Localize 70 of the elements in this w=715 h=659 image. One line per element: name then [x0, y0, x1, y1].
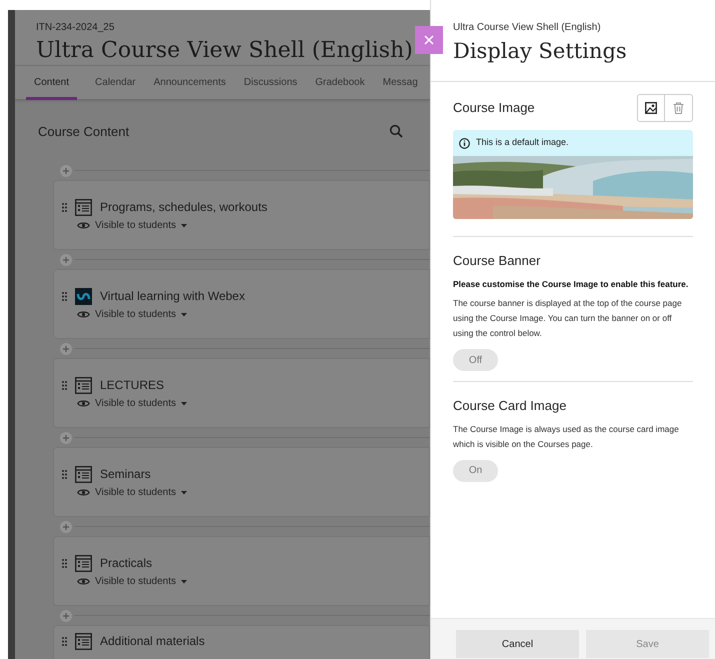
visibility-dropdown[interactable]: Visible to students: [77, 307, 187, 322]
plus-icon: [63, 346, 69, 352]
visibility-dropdown[interactable]: Visible to students: [77, 396, 187, 411]
folder-list-icon: [75, 632, 92, 650]
folder-list-icon: [75, 466, 92, 482]
add-content-button[interactable]: [60, 520, 72, 532]
visibility-dropdown[interactable]: Visible to students: [77, 485, 187, 500]
drag-handle-icon[interactable]: [62, 380, 67, 390]
search-icon[interactable]: [389, 124, 403, 138]
caret-icon: [180, 402, 187, 406]
description-text: The Course Image is always used as the course card image which is visible on the Courses page.: [453, 422, 680, 451]
eye-icon: [77, 221, 90, 230]
drag-handle-icon[interactable]: [62, 470, 67, 478]
section-heading: Course Banner: [453, 252, 542, 270]
close-button[interactable]: [415, 26, 443, 54]
folder-list-icon: [75, 198, 92, 216]
course-code: ITN-234-2024_25: [36, 21, 116, 35]
close-icon: [424, 35, 434, 45]
description-text: The course banner is displayed at the top of the course page using the Course Image. You can turn the banner on or off using the control below.: [453, 297, 683, 340]
app-logo-icon: [75, 288, 92, 304]
eye-icon: [77, 310, 90, 319]
caret-icon: [180, 490, 187, 494]
course-title: Ultra Course View Shell (English): [36, 37, 409, 64]
eye-icon: [77, 399, 90, 408]
warning-text: Please customise the Course Image to enable this feature.: [453, 278, 690, 290]
plus-icon: [63, 434, 69, 440]
nav-tab[interactable]: Content: [26, 66, 78, 100]
content-item-title[interactable]: Seminars: [100, 465, 151, 483]
image-icon: [645, 102, 657, 114]
visibility-dropdown[interactable]: Visible to students: [77, 218, 187, 233]
panel-title: Display Settings: [453, 38, 628, 64]
add-content-button[interactable]: [60, 342, 72, 354]
visibility-dropdown[interactable]: Visible to students: [77, 574, 187, 589]
panel-subtitle: Ultra Course View Shell (English): [453, 21, 602, 35]
plus-icon: [63, 524, 69, 530]
nav-tab[interactable]: Announcements: [154, 66, 226, 100]
nav-tab[interactable]: Calendar: [95, 66, 136, 100]
add-content-button[interactable]: [60, 254, 72, 266]
drag-handle-icon[interactable]: [62, 292, 67, 300]
drag-handle-icon[interactable]: [62, 636, 67, 646]
content-item-title[interactable]: Additional materials: [100, 632, 205, 650]
add-content-button[interactable]: [60, 164, 72, 176]
section-heading: Course Card Image: [453, 397, 568, 416]
drag-handle-icon[interactable]: [62, 558, 67, 568]
plus-icon: [63, 168, 69, 174]
nav-tab[interactable]: Messag: [382, 66, 418, 100]
caret-icon: [180, 580, 187, 584]
folder-list-icon: [75, 376, 92, 394]
section-heading: Course Image: [453, 99, 535, 118]
content-item-title[interactable]: LECTURES: [100, 376, 164, 394]
eye-icon: [77, 488, 90, 497]
eye-icon: [77, 577, 90, 586]
folder-list-icon: [75, 554, 92, 572]
nav-tab[interactable]: Discussions: [244, 66, 298, 100]
content-item-title[interactable]: Practicals: [100, 554, 152, 572]
caret-icon: [180, 224, 187, 228]
plus-icon: [63, 612, 69, 618]
caret-icon: [180, 312, 187, 316]
plus-icon: [63, 256, 69, 262]
cancel-button[interactable]: Cancel: [456, 630, 579, 658]
content-item-title[interactable]: Programs, schedules, workouts: [100, 198, 268, 216]
section-heading: Course Content: [38, 122, 130, 140]
notice-text: This is a default image.: [476, 136, 569, 150]
add-content-button[interactable]: [60, 610, 72, 622]
nav-tab[interactable]: Gradebook: [315, 66, 365, 100]
add-content-button[interactable]: [60, 432, 72, 444]
drag-handle-icon[interactable]: [62, 202, 67, 212]
content-item-title[interactable]: Virtual learning with Webex: [100, 287, 245, 305]
info-icon: [459, 138, 470, 148]
trash-icon: [673, 102, 684, 114]
